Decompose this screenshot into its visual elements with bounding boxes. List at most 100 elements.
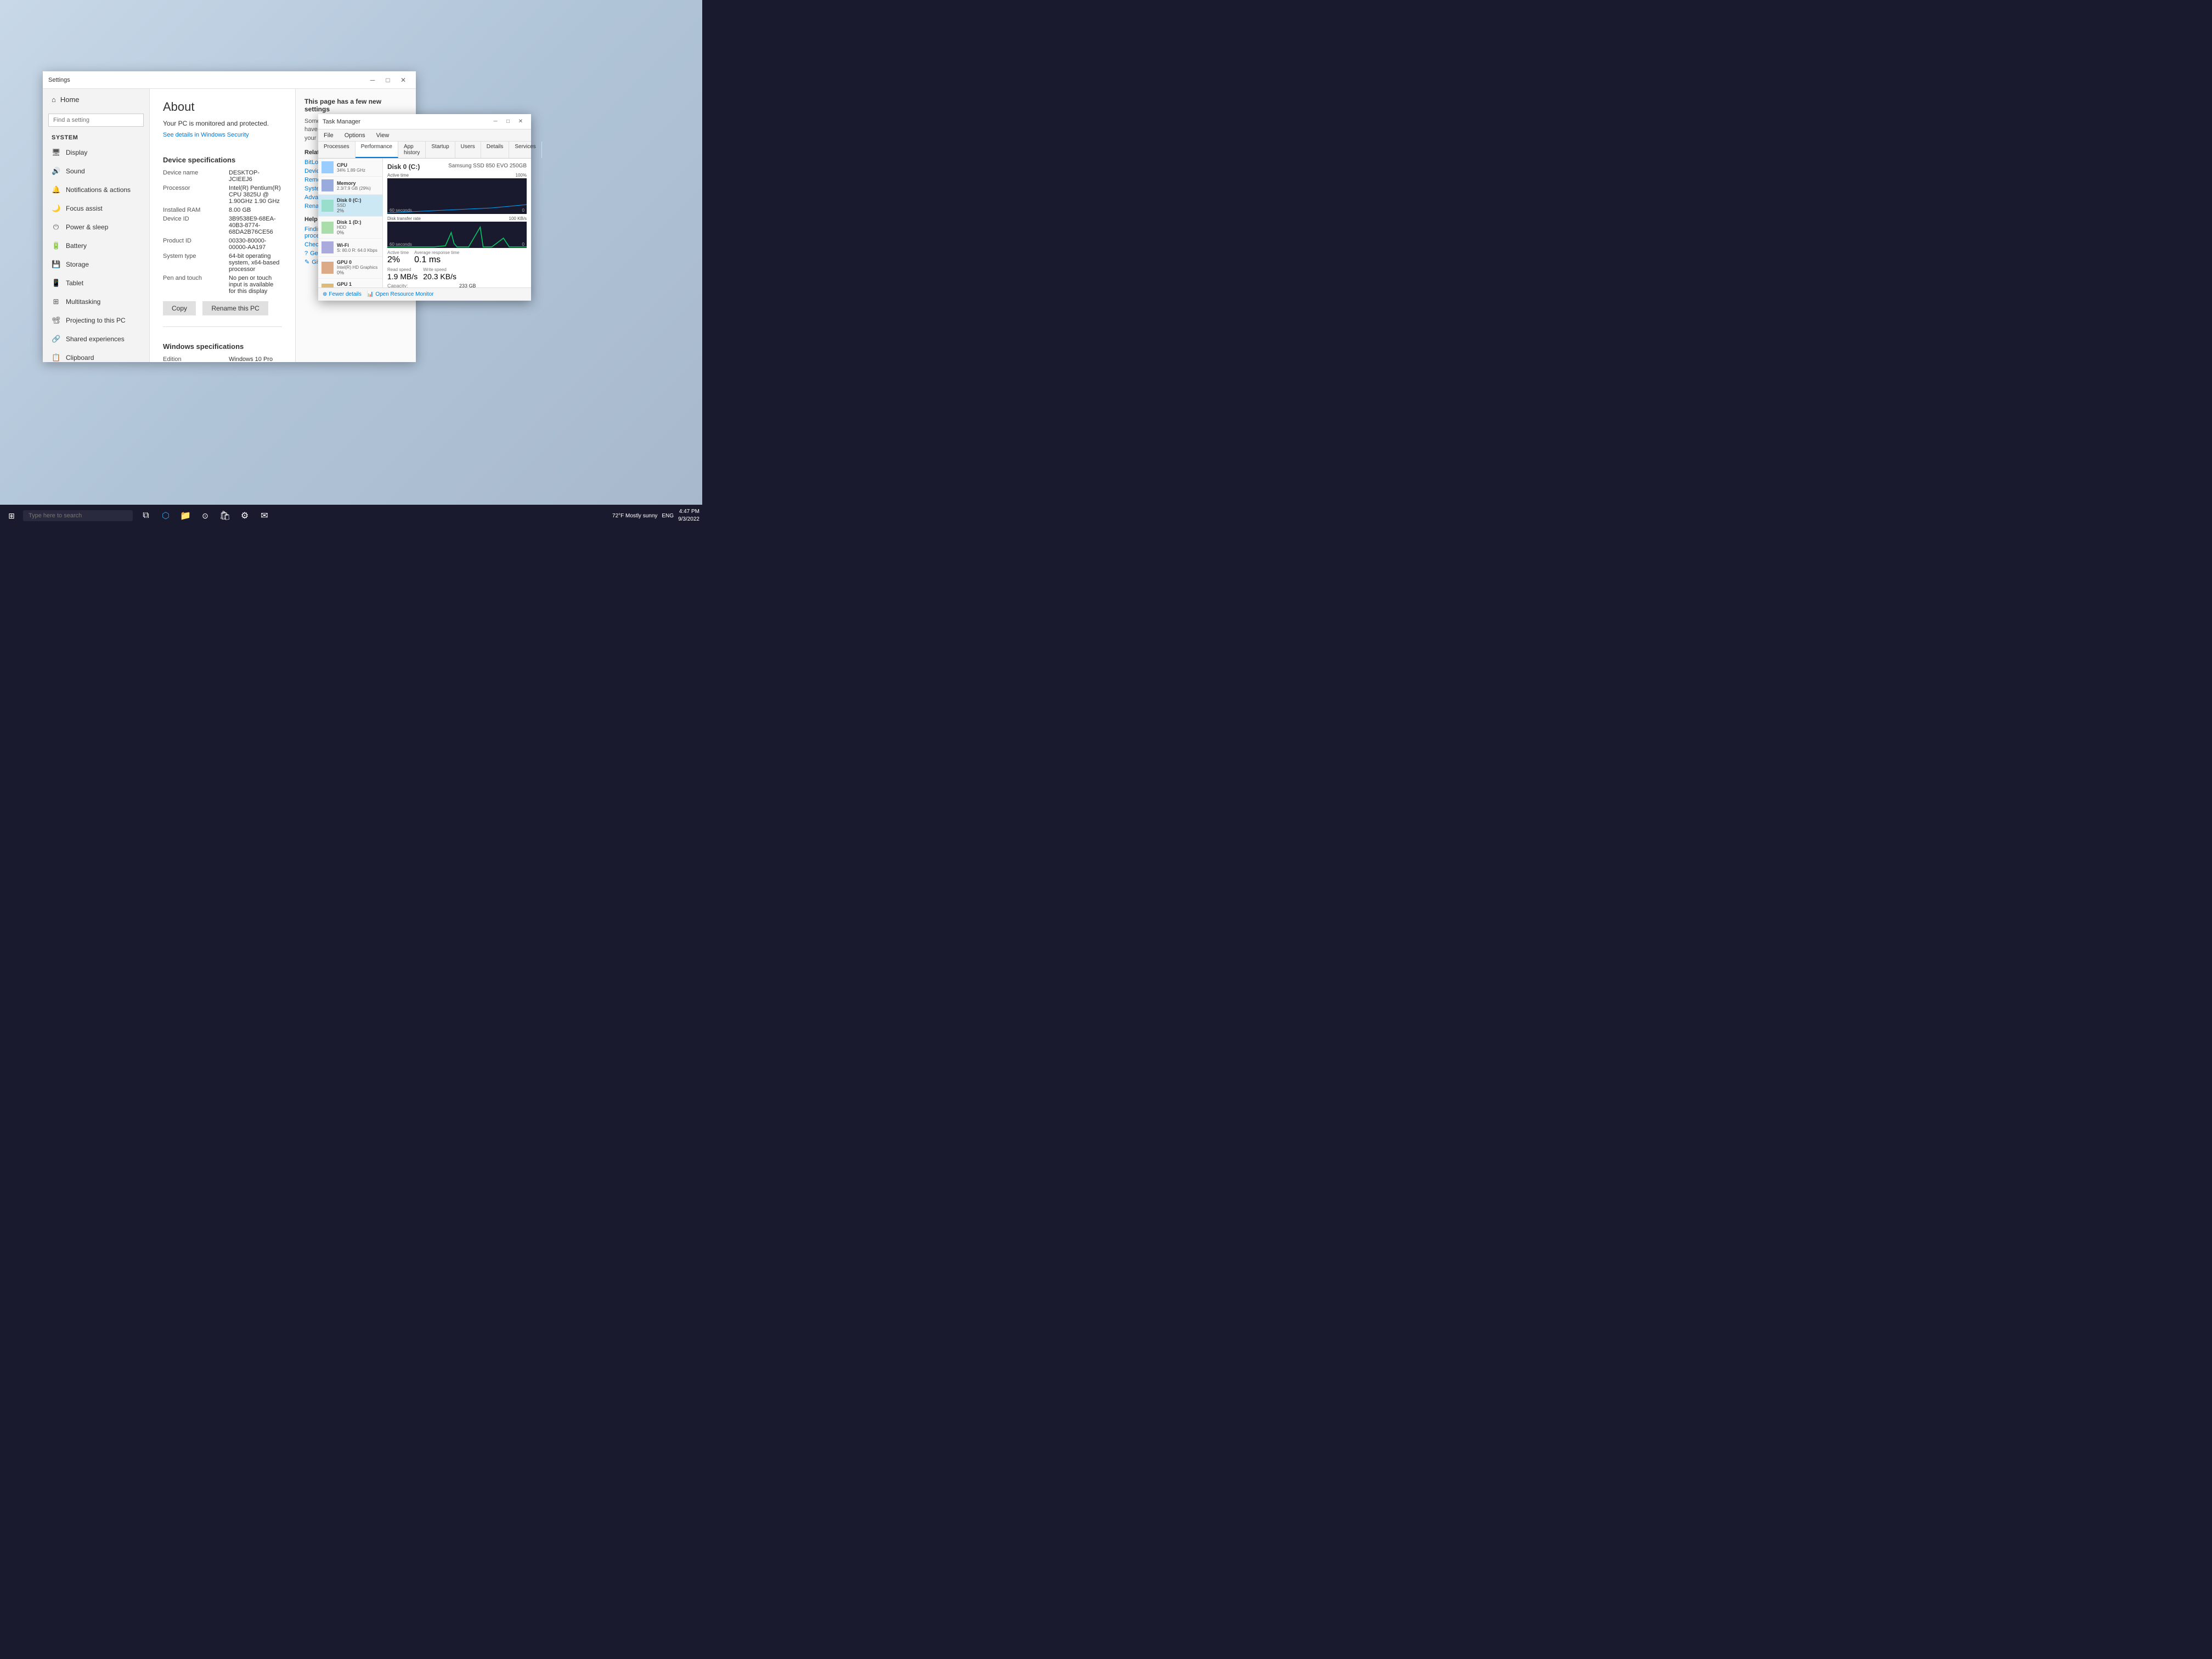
disk-subtitle: Samsung SSD 850 EVO 250GB [448, 163, 527, 171]
open-resource-monitor-link[interactable]: 📊 Open Resource Monitor [367, 291, 434, 297]
task-manager-title: Task Manager [323, 119, 489, 125]
sidebar-item-storage[interactable]: 💾 Storage [43, 255, 149, 274]
windows-security-link[interactable]: See details in Windows Security [163, 132, 249, 138]
minimize-button[interactable]: ─ [365, 73, 380, 87]
tm-file-menu[interactable]: File [321, 132, 336, 139]
rename-pc-button[interactable]: Rename this PC [202, 301, 268, 315]
tm-wifi-item[interactable]: Wi-Fi S: 80.0 R: 64.0 Kbps [318, 239, 382, 257]
spec-row-processor: Processor Intel(R) Pentium(R) CPU 3825U … [163, 185, 282, 205]
tm-gpu1-item[interactable]: GPU 1 AMD Radeon (TM)... 0% (34°C) [318, 279, 382, 287]
tab-performance[interactable]: Performance [356, 142, 398, 158]
sidebar-item-sound[interactable]: 🔊 Sound [43, 162, 149, 180]
disk0-minimap [321, 200, 334, 212]
task-view-icon[interactable]: ⧉ [137, 507, 155, 524]
mail-icon[interactable]: ✉ [256, 507, 273, 524]
tm-window-controls: ─ □ ✕ [489, 116, 527, 127]
fewer-details-label: Fewer details [329, 291, 361, 297]
language-display: ENG [662, 513, 674, 519]
read-speed-stat: Read speed 1.9 MB/s [387, 267, 417, 281]
fewer-details-link[interactable]: ⊕ Fewer details [323, 291, 362, 297]
spec-row-system-type: System type 64-bit operating system, x64… [163, 253, 282, 273]
store-icon[interactable]: 🛍 [216, 507, 234, 524]
find-setting-input[interactable] [48, 114, 144, 127]
disk0-sub: SSD [337, 203, 379, 208]
resource-monitor-label: Open Resource Monitor [375, 291, 433, 297]
sidebar-sound-label: Sound [66, 167, 85, 175]
desktop: Settings ─ □ ✕ ⌂ Home System 🖥 Di [0, 0, 702, 527]
tm-maximize-button[interactable]: □ [502, 116, 514, 127]
spec-row-ram: Installed RAM 8.00 GB [163, 207, 282, 213]
sidebar-home[interactable]: ⌂ Home [43, 89, 149, 110]
spec-row-device-name: Device name DESKTOP-JCIEEJ6 [163, 170, 282, 183]
sidebar-item-clipboard[interactable]: 📋 Clipboard [43, 348, 149, 362]
disk1-minimap [321, 222, 334, 234]
close-button[interactable]: ✕ [396, 73, 410, 87]
sidebar-item-display[interactable]: 🖥 Display [43, 143, 149, 162]
settings-icon[interactable]: ⚙ [236, 507, 253, 524]
sidebar-clipboard-label: Clipboard [66, 354, 94, 362]
transfer-max: 100 KB/s [509, 216, 527, 221]
disk-stats: Active time 2% Average response time 0.1… [387, 250, 527, 265]
settings-window-title: Settings [48, 77, 365, 83]
tab-users[interactable]: Users [455, 142, 481, 158]
get-help-icon: ? [304, 250, 308, 257]
cpu-minimap [321, 161, 334, 173]
gpu0-minimap [321, 262, 334, 274]
active-time-stat-value: 2% [387, 255, 409, 265]
processor-value: Intel(R) Pentium(R) CPU 3825U @ 1.90GHz … [229, 185, 282, 205]
tm-minimize-button[interactable]: ─ [489, 116, 501, 127]
date-display: 9/3/2022 [678, 516, 699, 523]
sidebar-item-power[interactable]: ⏻ Power & sleep [43, 218, 149, 236]
memory-label: Memory [337, 180, 379, 186]
tab-app-history[interactable]: App history [398, 142, 426, 158]
write-speed-value: 20.3 KB/s [423, 272, 456, 281]
tm-options-menu[interactable]: Options [342, 132, 368, 139]
tm-disk1-item[interactable]: Disk 1 (D:) HDD 0% [318, 217, 382, 239]
multitasking-icon: ⊞ [52, 297, 60, 306]
tab-services[interactable]: Services [509, 142, 541, 158]
spec-row-device-id: Device ID 3B9538E9-68EA-40B3-8774-68DA2B… [163, 216, 282, 235]
gpu0-pct: 0% [337, 270, 379, 275]
sidebar-item-notifications[interactable]: 🔔 Notifications & actions [43, 180, 149, 199]
spec-row-product-id: Product ID 00330-80000-00000-AA197 [163, 238, 282, 251]
chrome-icon[interactable]: ⊙ [196, 507, 214, 524]
fewer-details-icon: ⊕ [323, 291, 327, 297]
sixty-seconds-label: 60 seconds [390, 208, 412, 213]
sidebar-item-tablet[interactable]: 📱 Tablet [43, 274, 149, 292]
tm-memory-item[interactable]: Memory 2.3/7.9 GB (29%) [318, 177, 382, 195]
tab-details[interactable]: Details [481, 142, 510, 158]
device-specs-header: Device specifications [163, 156, 282, 164]
tm-gpu0-item[interactable]: GPU 0 Intel(R) HD Graphics 0% [318, 257, 382, 279]
tm-close-button[interactable]: ✕ [515, 116, 527, 127]
wifi-label: Wi-Fi [337, 242, 379, 248]
sidebar-battery-label: Battery [66, 242, 87, 250]
read-speed-value: 1.9 MB/s [387, 272, 417, 281]
edge-icon[interactable]: ⬡ [157, 507, 174, 524]
windows-specs-table: Edition Windows 10 Pro Version 21H2 Inst… [163, 356, 282, 362]
gpu0-label: GPU 0 [337, 259, 379, 265]
sidebar-item-multitasking[interactable]: ⊞ Multitasking [43, 292, 149, 311]
copy-device-button[interactable]: Copy [163, 301, 196, 315]
file-explorer-icon[interactable]: 📁 [177, 507, 194, 524]
tab-processes[interactable]: Processes [318, 142, 356, 158]
edition-value: Windows 10 Pro [229, 356, 282, 362]
product-id-value: 00330-80000-00000-AA197 [229, 238, 282, 251]
sidebar-item-focus[interactable]: 🌙 Focus assist [43, 199, 149, 218]
taskbar-search-input[interactable] [23, 510, 133, 521]
pen-touch-value: No pen or touch input is available for t… [229, 275, 282, 295]
sidebar-item-shared[interactable]: 🔗 Shared experiences [43, 330, 149, 348]
disk1-sub: HDD [337, 225, 379, 230]
maximize-button[interactable]: □ [381, 73, 395, 87]
shared-icon: 🔗 [52, 335, 60, 343]
tm-disk0-item[interactable]: Disk 0 (C:) SSD 2% [318, 195, 382, 217]
tm-cpu-item[interactable]: CPU 34% 1.89 GHz [318, 159, 382, 177]
start-button[interactable]: ⊞ [3, 507, 20, 524]
tablet-icon: 📱 [52, 279, 60, 287]
sidebar-item-projecting[interactable]: 📽 Projecting to this PC [43, 311, 149, 330]
tab-startup[interactable]: Startup [426, 142, 455, 158]
sidebar-item-battery[interactable]: 🔋 Battery [43, 236, 149, 255]
sidebar-display-label: Display [66, 149, 87, 156]
task-manager-footer: ⊕ Fewer details 📊 Open Resource Monitor [318, 287, 531, 301]
tm-view-menu[interactable]: View [374, 132, 392, 139]
disk0-label: Disk 0 (C:) [337, 198, 379, 203]
